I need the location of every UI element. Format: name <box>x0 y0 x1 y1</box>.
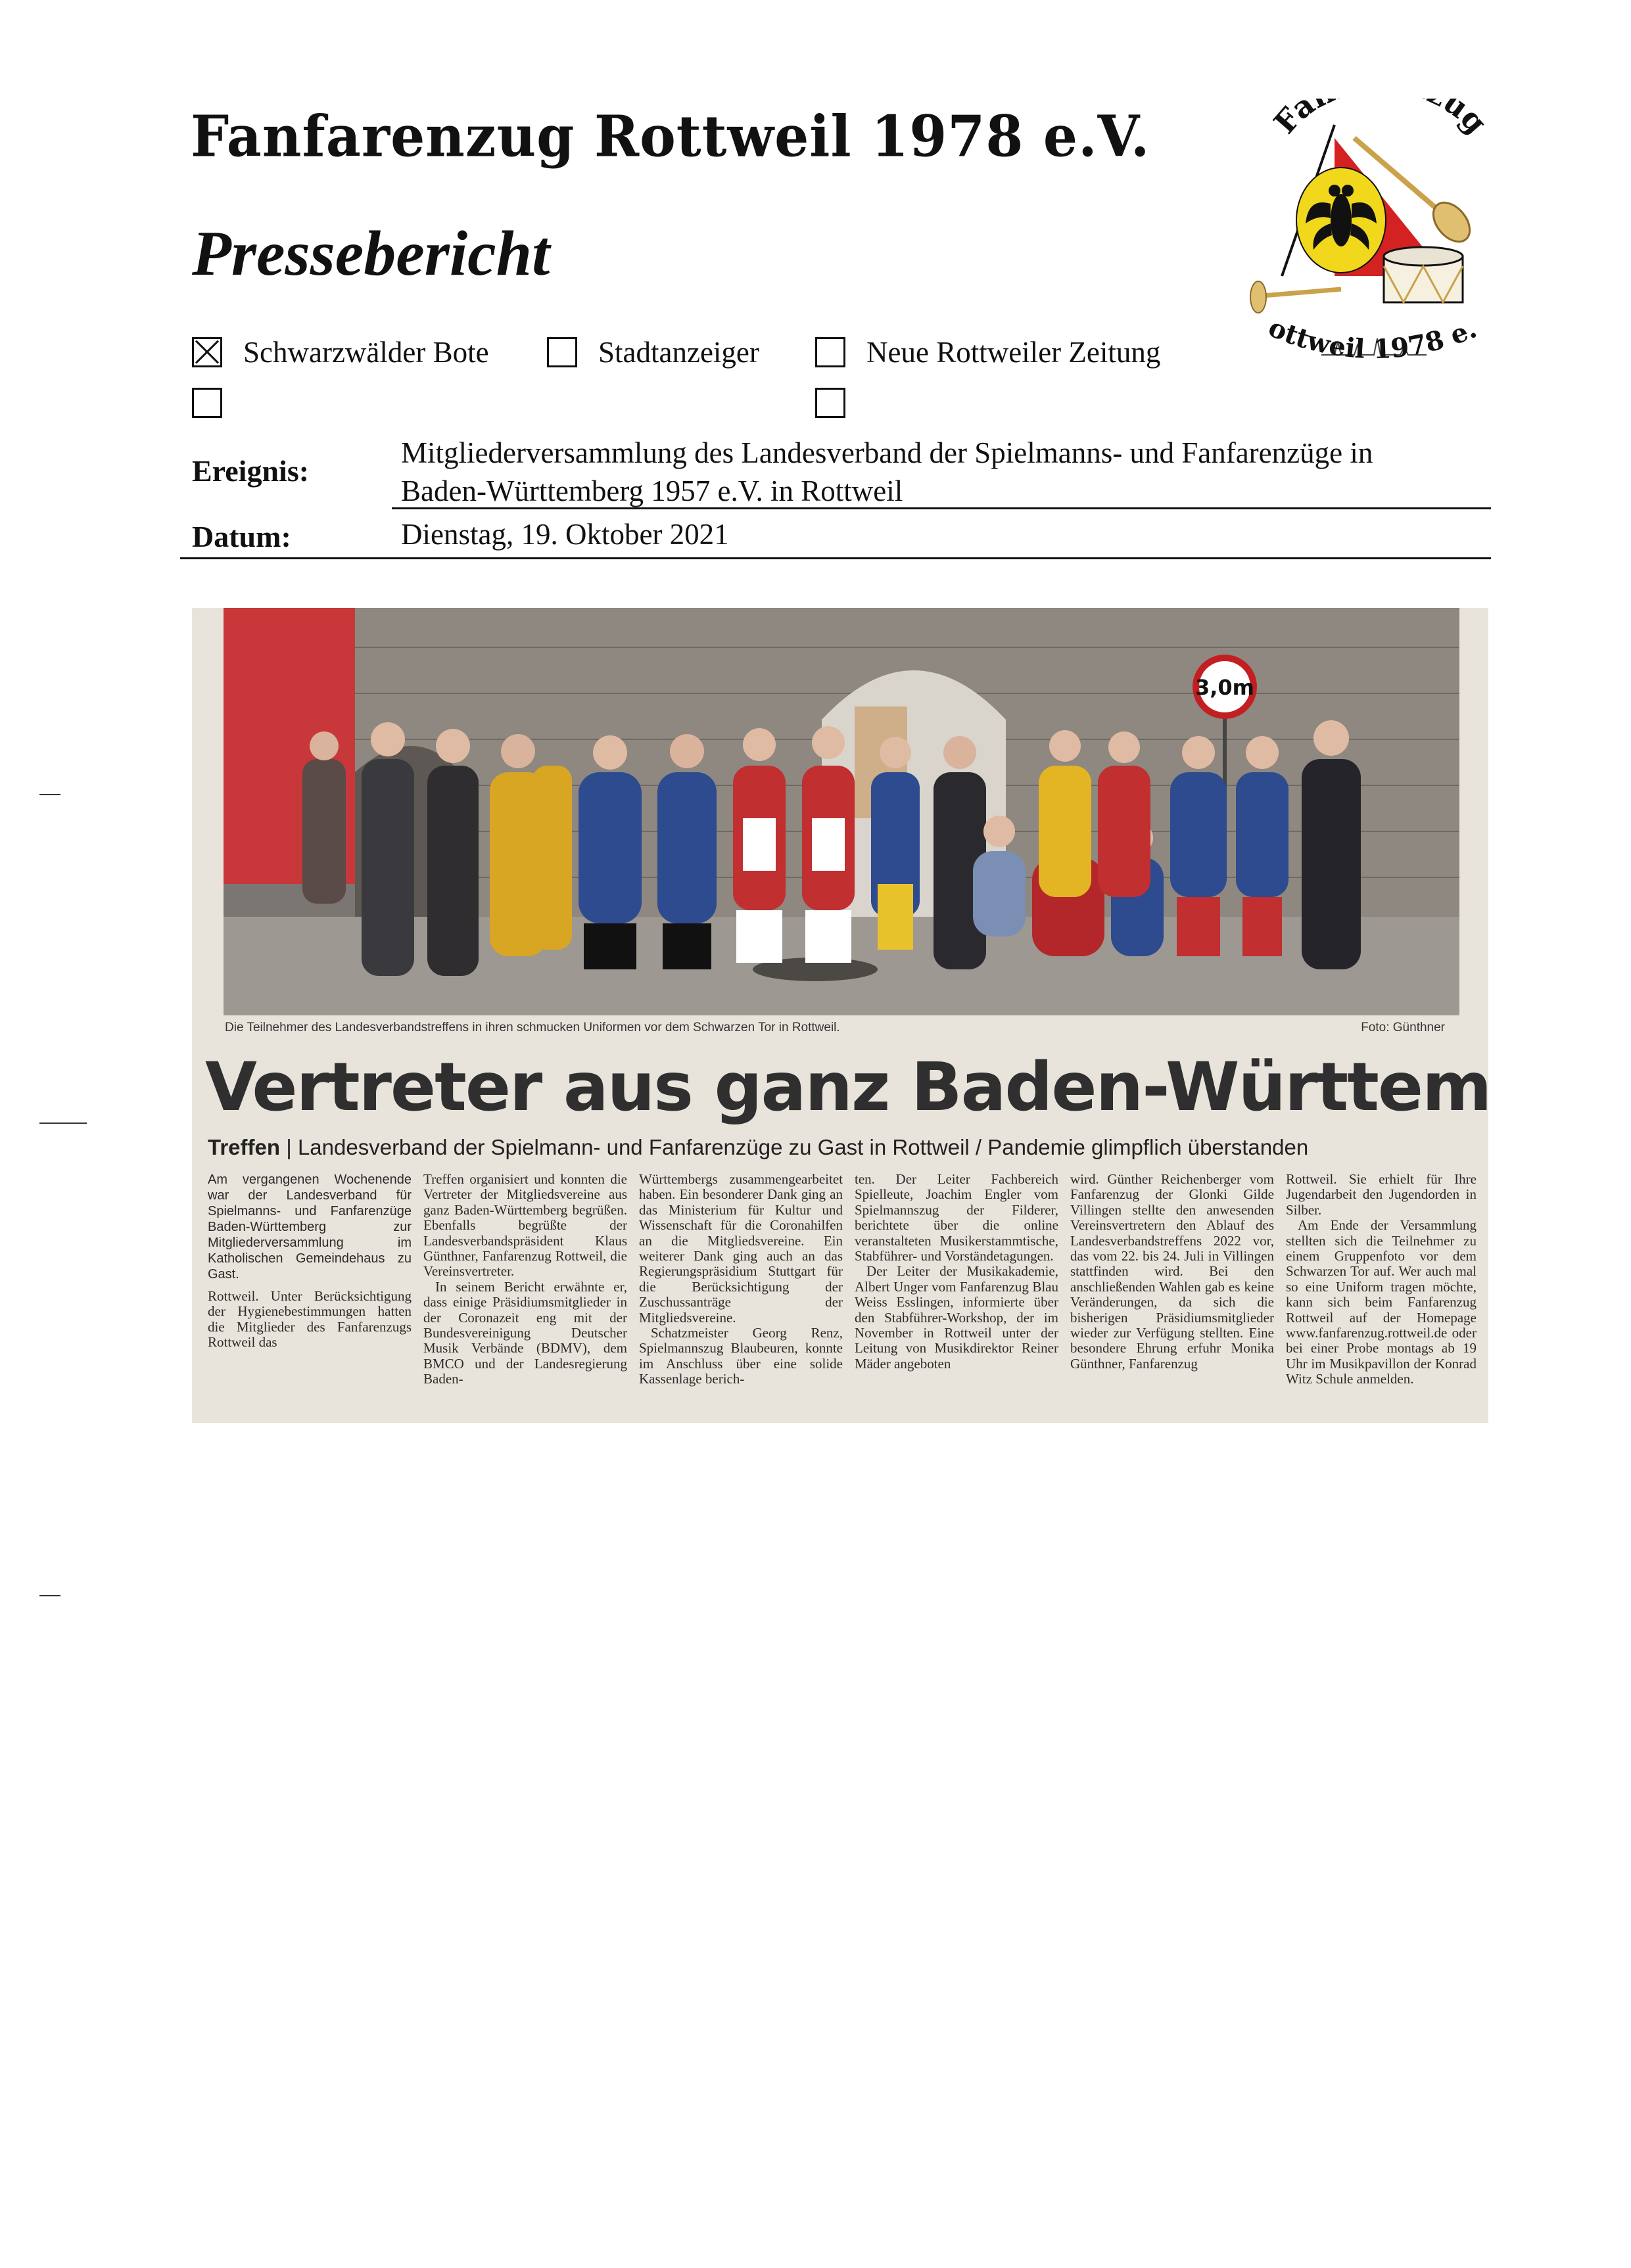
date-underline <box>180 557 1491 559</box>
publication-label: Stadtanzeiger <box>598 336 759 369</box>
article-column-1: Am vergangenen Wochenende war der Landes… <box>208 1172 412 1415</box>
date-label: Datum: <box>192 520 291 553</box>
checkbox-checked-icon[interactable] <box>192 337 222 367</box>
article-paragraph: Württembergs zusammengearbeitet haben. E… <box>639 1172 843 1326</box>
margin-mark <box>39 1122 87 1124</box>
article-intro: Am vergangenen Wochenende war der Landes… <box>208 1172 412 1282</box>
svg-text:Fanfarenzug: Fanfarenzug <box>1267 99 1494 140</box>
subheadline-text: Landesverband der Spielmann- und Fanfare… <box>297 1135 1309 1159</box>
photo-credit: Foto: Günthner <box>1361 1021 1445 1034</box>
article-paragraph: Rottweil. Sie erhielt für Ihre Jugendarb… <box>1286 1172 1477 1218</box>
photo-caption: Die Teilnehmer des Landesverbandstreffen… <box>225 1021 840 1034</box>
checkbox-icon[interactable] <box>547 337 577 367</box>
event-value-line1: Mitgliederversammlung des Landesverband … <box>401 436 1373 469</box>
club-logo: Fanfarenzug Rottweil 1978 e.V. <box>1231 64 1505 407</box>
publication-label: Neue Rottweiler Zeitung <box>866 336 1161 369</box>
height-limit-sign-text: 3,0m <box>1195 675 1254 700</box>
margin-mark <box>39 1595 60 1596</box>
article-paragraph: Rottweil. Unter Berücksichtigung der Hyg… <box>208 1288 412 1351</box>
event-label: Ereignis: <box>192 454 310 488</box>
article-column-5: wird. Günther Reichenberger vom Fanfaren… <box>1070 1172 1274 1415</box>
article-paragraph: Am Ende der Versammlung stellten sich di… <box>1286 1217 1477 1387</box>
date-value: Dienstag, 19. Oktober 2021 <box>401 518 729 551</box>
margin-mark <box>39 794 60 795</box>
kicker-separator: | <box>286 1135 298 1159</box>
article-paragraph: ten. Der Leiter Fachbereich Spielleute, … <box>855 1172 1058 1264</box>
publication-stadtanzeiger[interactable]: Stadtanzeiger <box>547 335 759 369</box>
publication-label: Schwarzwälder Bote <box>243 336 489 369</box>
publication-blank-1[interactable] <box>192 388 243 418</box>
article-headline: Vertreter aus ganz Baden-Württemberg dab… <box>205 1048 1488 1126</box>
article-column-4: ten. Der Leiter Fachbereich Spielleute, … <box>855 1172 1058 1415</box>
article-kicker: Treffen <box>208 1135 281 1159</box>
publication-neue-rottweiler-zeitung[interactable]: Neue Rottweiler Zeitung <box>815 335 1160 369</box>
article-paragraph: Der Leiter der Musikakademie, Albert Ung… <box>855 1263 1058 1372</box>
logo-graphic: Fanfarenzug Rottweil 1978 e.V. <box>1231 64 1494 365</box>
article-column-2: Treffen organisiert und konnten die Vert… <box>423 1172 627 1415</box>
photo-caption-row: Die Teilnehmer des Landesverbandstreffen… <box>225 1021 1461 1035</box>
publication-schwarzwaelder-bote[interactable]: Schwarzwälder Bote <box>192 335 489 369</box>
newspaper-clipping: 3,0m Die Teilnehmer des Landesverbandstr… <box>192 608 1488 1423</box>
article-column-3: Württembergs zusammengearbeitet haben. E… <box>639 1172 843 1415</box>
checkbox-icon[interactable] <box>815 337 845 367</box>
club-name: Fanfarenzug Rottweil 1978 e.V. <box>191 103 1150 170</box>
publication-blank-2[interactable] <box>815 388 866 418</box>
event-underline <box>392 507 1491 509</box>
checkbox-icon[interactable] <box>192 388 222 418</box>
event-value-line2: Baden-Württemberg 1957 e.V. in Rottweil <box>401 474 903 507</box>
document-title: Pressebericht <box>192 218 550 289</box>
article-column-6: Rottweil. Sie erhielt für Ihre Jugendarb… <box>1286 1172 1477 1415</box>
logo-arc-top: Fanfarenzug <box>1267 64 1494 141</box>
article-paragraph: In seinem Bericht erwähnte er, dass eini… <box>423 1278 627 1387</box>
article-paragraph: Schatzmeister Georg Renz, Spielmannszug … <box>639 1325 843 1387</box>
checkbox-icon[interactable] <box>815 388 845 418</box>
article-paragraph: Treffen organisiert und konnten die Vert… <box>423 1172 627 1280</box>
article-paragraph: wird. Günther Reichenberger vom Fanfaren… <box>1070 1172 1274 1372</box>
article-subheadline: Treffen | Landesverband der Spielmann- u… <box>208 1135 1308 1160</box>
group-photo: 3,0m <box>224 608 1459 1015</box>
